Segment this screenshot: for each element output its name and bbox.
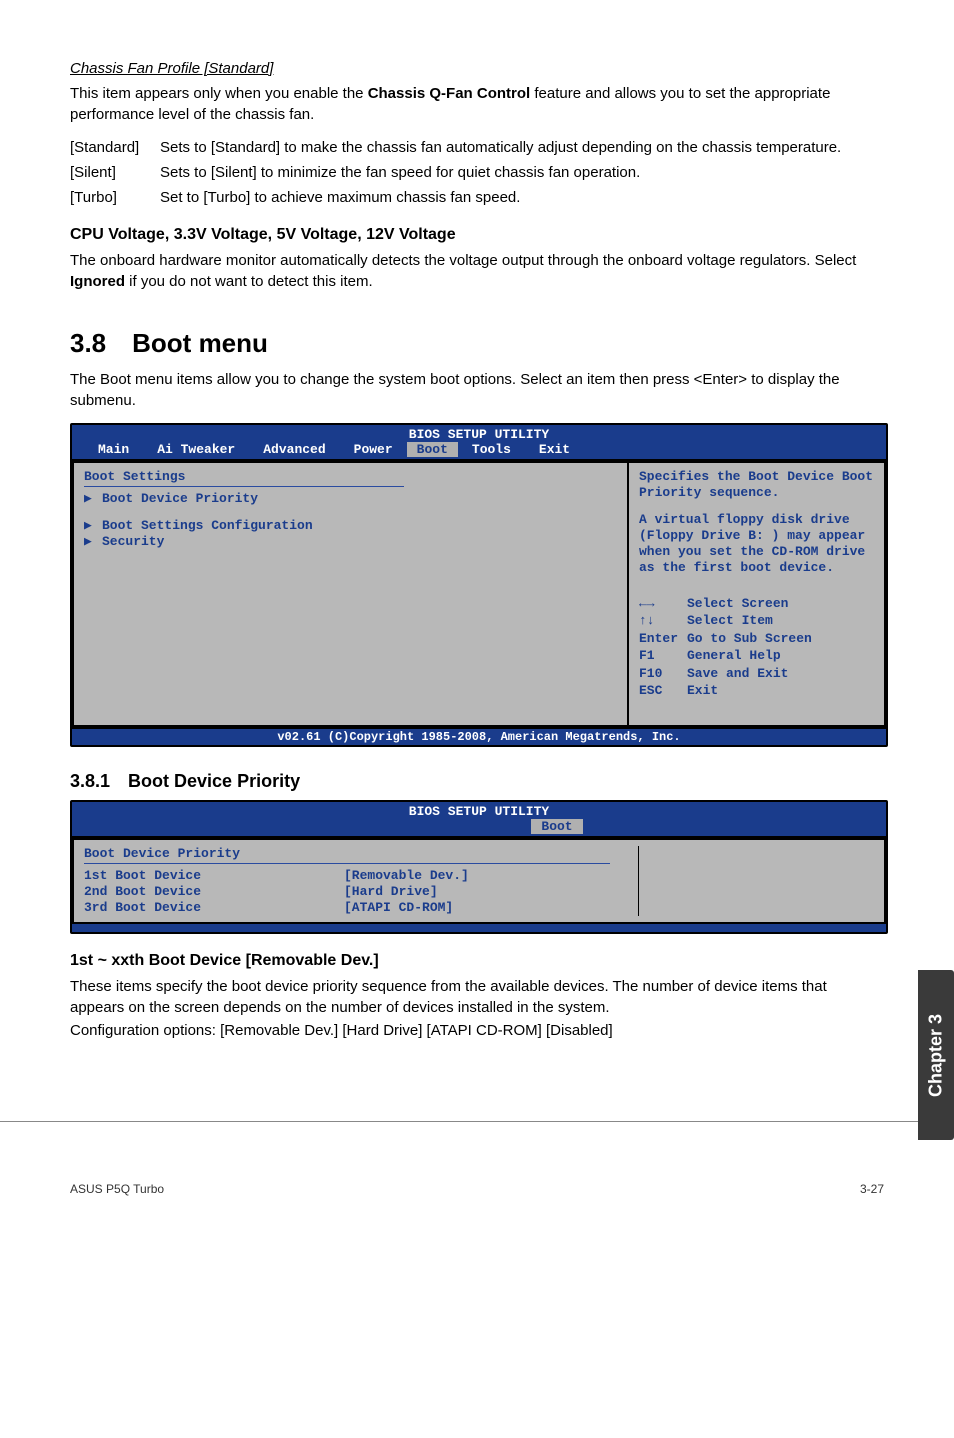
key-desc: Go to Sub Screen	[687, 631, 812, 646]
opt-key: [Standard]	[70, 137, 160, 158]
boot-device-value: [ATAPI CD-ROM]	[344, 900, 453, 915]
menu-main[interactable]: Main	[84, 442, 143, 457]
section-3-8-1-title: 3.8.1 Boot Device Priority	[70, 771, 884, 792]
key-desc: Select Item	[687, 613, 773, 628]
key-esc: ESC	[639, 682, 687, 700]
chapter-sidetab: Chapter 3	[918, 970, 954, 1140]
bios2-title: BIOS SETUP UTILITY	[72, 802, 886, 819]
bios2-panel: Boot Device Priority 1st Boot Device [Re…	[72, 838, 886, 924]
menu-ai-tweaker[interactable]: Ai Tweaker	[143, 442, 249, 457]
key-desc: Exit	[687, 683, 718, 698]
menu-item-security[interactable]: ▶ Security	[84, 534, 617, 549]
footer-rule	[0, 1121, 954, 1122]
bios1-key-legend: ←→Select Screen ↑↓Select Item EnterGo to…	[639, 595, 874, 700]
triangle-icon: ▶	[84, 518, 102, 533]
menu-exit[interactable]: Exit	[525, 442, 584, 457]
menu-tools[interactable]: Tools	[458, 442, 525, 457]
menu-item-boot-settings-config[interactable]: ▶ Boot Settings Configuration	[84, 518, 617, 533]
footer-left: ASUS P5Q Turbo	[70, 1182, 164, 1196]
menu-item-boot-device-priority[interactable]: ▶ Boot Device Priority	[84, 491, 617, 506]
section-3-8-intro: The Boot menu items allow you to change …	[70, 369, 884, 411]
key-desc: Select Screen	[687, 596, 788, 611]
bios1-menubar: Main Ai Tweaker Advanced Power Boot Tool…	[72, 442, 886, 459]
triangle-icon: ▶	[84, 491, 102, 506]
menu-boot-selected[interactable]: Boot	[407, 442, 458, 457]
section-3-8-title: 3.8 Boot menu	[70, 328, 884, 359]
chassis-desc-pre: This item appears only when you enable t…	[70, 85, 368, 102]
bios2-panel-header: Boot Device Priority	[84, 846, 638, 861]
bios1-help1: Specifies the Boot Device Boot Priority …	[639, 469, 874, 502]
chassis-profile-heading: Chassis Fan Profile [Standard]	[70, 60, 884, 77]
cpu-desc-post: if you do not want to detect this item.	[125, 273, 373, 290]
bios-setup-utility-2: BIOS SETUP UTILITY Main Ai Tweaker Advan…	[70, 800, 888, 934]
chassis-desc-bold: Chassis Q-Fan Control	[368, 85, 531, 102]
boot-device-row[interactable]: 1st Boot Device [Removable Dev.]	[84, 868, 638, 883]
bios-setup-utility-1: BIOS SETUP UTILITY Main Ai Tweaker Advan…	[70, 423, 888, 747]
menu-item-label: Boot Device Priority	[102, 491, 258, 506]
boot-device-label: 1st Boot Device	[84, 868, 344, 883]
opt-key: [Turbo]	[70, 187, 160, 208]
key-f10: F10	[639, 665, 687, 683]
bios1-right-panel: Specifies the Boot Device Boot Priority …	[628, 461, 886, 727]
bios1-left-header: Boot Settings	[84, 469, 617, 484]
opt-val: Sets to [Silent] to minimize the fan spe…	[160, 162, 884, 183]
opt-row: [Standard] Sets to [Standard] to make th…	[70, 137, 884, 158]
cpu-voltage-heading: CPU Voltage, 3.3V Voltage, 5V Voltage, 1…	[70, 226, 884, 244]
opt-key: [Silent]	[70, 162, 160, 183]
boot-dev-heading: 1st ~ xxth Boot Device [Removable Dev.]	[70, 952, 884, 970]
opt-row: [Silent] Sets to [Silent] to minimize th…	[70, 162, 884, 183]
menu-item-label: Boot Settings Configuration	[102, 518, 313, 533]
key-desc: Save and Exit	[687, 666, 788, 681]
boot-device-label: 2nd Boot Device	[84, 884, 344, 899]
opt-val: Sets to [Standard] to make the chassis f…	[160, 137, 884, 158]
key-f1: F1	[639, 647, 687, 665]
chassis-options: [Standard] Sets to [Standard] to make th…	[70, 137, 884, 208]
boot-device-value: [Removable Dev.]	[344, 868, 469, 883]
chassis-profile-desc: This item appears only when you enable t…	[70, 83, 884, 125]
key-desc: General Help	[687, 648, 781, 663]
menu-advanced[interactable]: Advanced	[249, 442, 339, 457]
footer-right: 3-27	[860, 1182, 884, 1196]
boot-dev-p1: These items specify the boot device prio…	[70, 976, 884, 1018]
cpu-voltage-desc: The onboard hardware monitor automatical…	[70, 250, 884, 292]
triangle-icon: ▶	[84, 534, 102, 549]
page-footer: ASUS P5Q Turbo 3-27	[70, 1182, 884, 1196]
bios1-help2: A virtual floppy disk drive (Floppy Driv…	[639, 512, 874, 577]
key-arrows-ud: ↑↓	[639, 612, 687, 630]
menu-item-label: Security	[102, 534, 164, 549]
menu-boot-selected[interactable]: Boot	[531, 819, 582, 834]
cpu-desc-bold: Ignored	[70, 273, 125, 290]
bios1-footer: v02.61 (C)Copyright 1985-2008, American …	[72, 727, 886, 745]
cpu-desc-pre: The onboard hardware monitor automatical…	[70, 252, 856, 269]
boot-device-row[interactable]: 2nd Boot Device [Hard Drive]	[84, 884, 638, 899]
key-enter: Enter	[639, 630, 687, 648]
boot-device-value: [Hard Drive]	[344, 884, 438, 899]
opt-val: Set to [Turbo] to achieve maximum chassi…	[160, 187, 884, 208]
boot-device-label: 3rd Boot Device	[84, 900, 344, 915]
menu-power[interactable]: Power	[340, 442, 407, 457]
key-arrows-lr: ←→	[639, 595, 687, 613]
bios1-left-panel: Boot Settings ▶ Boot Device Priority ▶ B…	[72, 461, 628, 727]
bios2-menubar: Main Ai Tweaker Advanced Power Boot Tool…	[72, 819, 886, 836]
bios1-title: BIOS SETUP UTILITY	[72, 425, 886, 442]
boot-device-row[interactable]: 3rd Boot Device [ATAPI CD-ROM]	[84, 900, 638, 915]
opt-row: [Turbo] Set to [Turbo] to achieve maximu…	[70, 187, 884, 208]
boot-dev-p2: Configuration options: [Removable Dev.] …	[70, 1020, 884, 1041]
